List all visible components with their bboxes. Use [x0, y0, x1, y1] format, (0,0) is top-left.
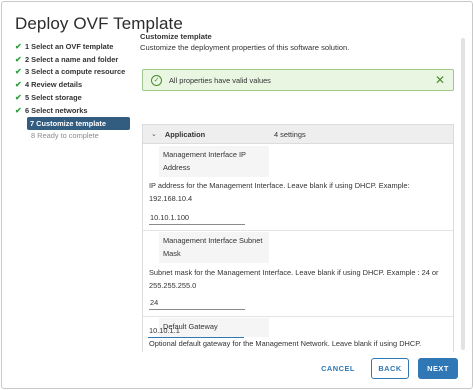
- checkmark-icon: ✔: [15, 105, 22, 115]
- step-label: 1 Select an OVF template: [25, 41, 114, 51]
- group-name: Application: [164, 129, 206, 139]
- divider: [143, 230, 453, 231]
- chevron-down-icon: ⌄: [151, 131, 157, 138]
- alert-message: All properties have valid values: [169, 75, 271, 85]
- default-gateway-description: Optional default gateway for the Managem…: [149, 339, 422, 348]
- subnet-mask-description: Subnet mask for the Management Interface…: [149, 268, 439, 290]
- step-6[interactable]: ✔ 6 Select networks: [15, 104, 133, 117]
- content-scrollbar[interactable]: [460, 38, 466, 350]
- check-circle-icon: ✓: [151, 74, 162, 86]
- step-1[interactable]: ✔ 1 Select an OVF template: [15, 40, 133, 53]
- back-button[interactable]: BACK: [371, 358, 409, 379]
- validation-alert: ✓ All properties have valid values ✕: [142, 69, 454, 91]
- step-3[interactable]: ✔ 3 Select a compute resource: [15, 66, 133, 79]
- group-settings-count: 4 settings: [274, 129, 306, 139]
- application-group-header[interactable]: ⌄ Application 4 settings: [142, 124, 454, 144]
- section-title: Customize template: [140, 32, 212, 41]
- default-gateway-input[interactable]: [148, 324, 244, 338]
- close-icon[interactable]: ✕: [435, 74, 445, 86]
- step-2[interactable]: ✔ 2 Select a name and folder: [15, 53, 133, 66]
- subnet-mask-input[interactable]: [149, 296, 245, 310]
- step-5[interactable]: ✔ 5 Select storage: [15, 91, 133, 104]
- checkmark-icon: ✔: [15, 80, 22, 90]
- step-label: 3 Select a compute resource: [25, 67, 126, 77]
- subnet-mask-label: Management Interface Subnet Mask: [159, 232, 269, 263]
- section-subtitle: Customize the deployment properties of t…: [140, 43, 350, 52]
- checkmark-icon: ✔: [15, 41, 22, 51]
- divider: [143, 316, 453, 317]
- checkmark-icon: ✔: [15, 54, 22, 64]
- properties-panel: Management Interface IP Address IP addre…: [142, 144, 454, 352]
- step-label: 5 Select storage: [25, 93, 82, 103]
- next-button[interactable]: NEXT: [418, 358, 458, 379]
- scrollbar-thumb[interactable]: [461, 38, 465, 350]
- main-content: Customize template Customize the deploym…: [140, 32, 458, 352]
- dialog-footer: CANCEL BACK NEXT: [315, 358, 458, 379]
- step-7-active[interactable]: 7 Customize template: [27, 116, 130, 130]
- deploy-ovf-dialog: Deploy OVF Template ✔ 1 Select an OVF tem…: [1, 1, 473, 389]
- ip-address-input[interactable]: [149, 211, 245, 225]
- step-label: 4 Review details: [25, 80, 83, 90]
- ip-address-label: Management Interface IP Address: [159, 146, 269, 177]
- step-8: 8 Ready to complete: [31, 131, 99, 141]
- dialog-title: Deploy OVF Template: [15, 14, 183, 33]
- step-label: 6 Select networks: [25, 105, 88, 115]
- checkmark-icon: ✔: [15, 67, 22, 77]
- step-4[interactable]: ✔ 4 Review details: [15, 78, 133, 91]
- wizard-steps: ✔ 1 Select an OVF template ✔ 2 Select a na…: [15, 40, 133, 142]
- cancel-button[interactable]: CANCEL: [315, 358, 361, 379]
- checkmark-icon: ✔: [15, 93, 22, 103]
- ip-address-description: IP address for the Management Interface.…: [149, 181, 410, 203]
- step-label: 2 Select a name and folder: [25, 54, 119, 64]
